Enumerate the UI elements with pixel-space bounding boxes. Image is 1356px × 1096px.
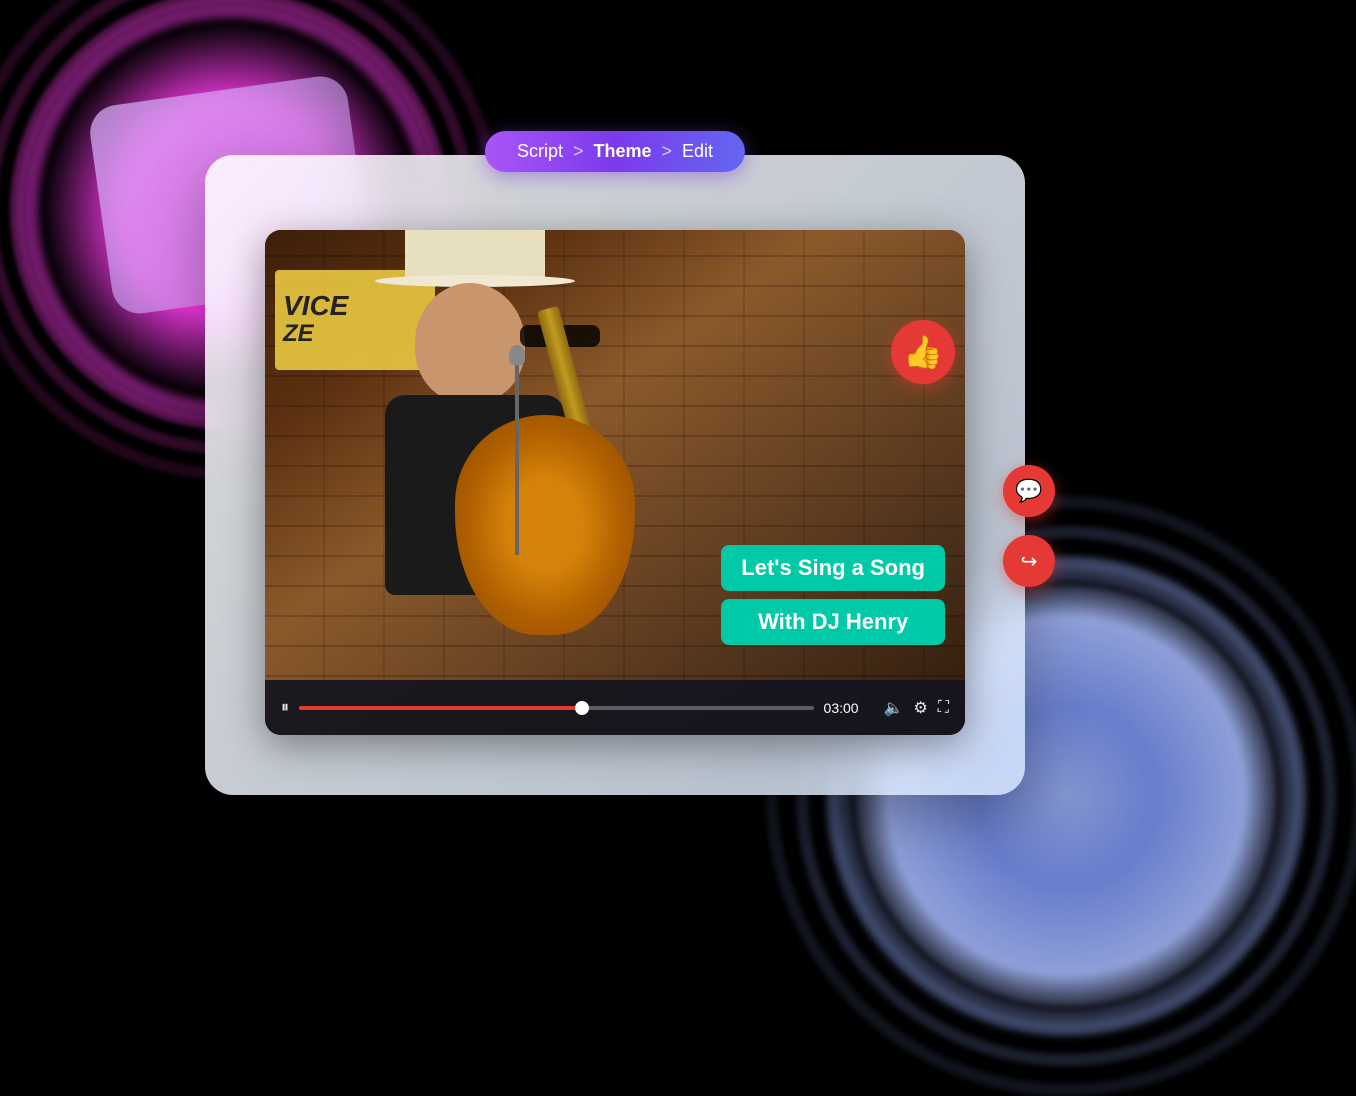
fab-share-button[interactable]: ↪ — [1003, 535, 1055, 587]
card-main: Script > Theme > Edit VICE ZE — [205, 155, 1025, 795]
mic-head — [509, 345, 525, 365]
hat-crown — [405, 230, 545, 280]
mic-stand — [515, 355, 519, 555]
thumbs-up-badge: 👍 — [891, 320, 955, 384]
share-icon: ↪ — [1021, 549, 1038, 574]
breadcrumb-sep-2: > — [662, 141, 673, 162]
video-background: VICE ZE 👍 — [265, 230, 965, 735]
volume-button[interactable]: 🔈 — [884, 698, 904, 718]
video-controls: ⏸ 03:00 🔈 ⚙ ⛶ — [265, 680, 965, 735]
settings-button[interactable]: ⚙ — [913, 698, 927, 718]
caption-line1: Let's Sing a Song — [721, 545, 945, 591]
progress-thumb[interactable] — [575, 701, 589, 715]
comment-icon: 💬 — [1015, 478, 1042, 504]
breadcrumb-theme[interactable]: Theme — [593, 141, 651, 162]
head — [415, 283, 525, 403]
progress-bar[interactable] — [299, 706, 814, 710]
fab-comment-button[interactable]: 💬 — [1003, 465, 1055, 517]
time-display: 03:00 — [824, 700, 874, 716]
breadcrumb-sep-1: > — [573, 141, 584, 162]
breadcrumb-script[interactable]: Script — [517, 141, 563, 162]
breadcrumb: Script > Theme > Edit — [485, 131, 745, 172]
thumbs-up-icon: 👍 — [903, 333, 943, 371]
caption-line2: With DJ Henry — [721, 599, 945, 645]
video-player[interactable]: VICE ZE 👍 — [265, 230, 965, 735]
scene: Script > Theme > Edit VICE ZE — [0, 0, 1356, 1066]
breadcrumb-edit[interactable]: Edit — [682, 141, 713, 162]
play-pause-button[interactable]: ⏸ — [281, 699, 289, 717]
musician-figure — [325, 275, 665, 675]
caption-overlay: Let's Sing a Song With DJ Henry — [721, 545, 945, 645]
sign-line2: ZE — [283, 320, 314, 348]
fullscreen-button[interactable]: ⛶ — [938, 699, 949, 717]
progress-fill — [299, 706, 582, 710]
guitar-body — [455, 415, 635, 635]
